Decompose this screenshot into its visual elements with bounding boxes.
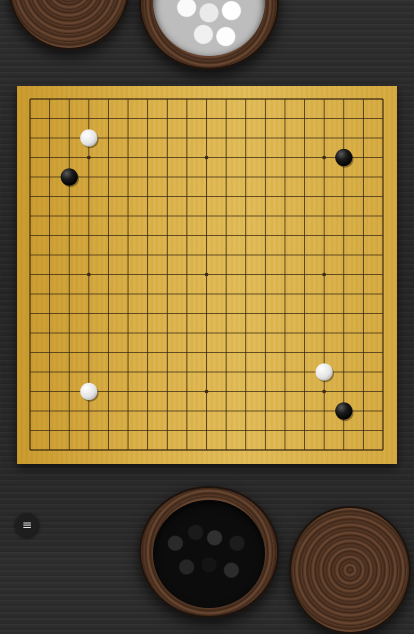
go-board[interactable]: [17, 86, 397, 464]
white-stone-bowl[interactable]: [139, 0, 279, 70]
menu-button[interactable]: ≡: [15, 513, 39, 537]
white-stone[interactable]: [315, 363, 333, 381]
black-stone[interactable]: [335, 148, 353, 167]
star-point: [204, 272, 209, 277]
black-stone[interactable]: [60, 168, 78, 186]
star-point: [322, 155, 326, 160]
star-point: [87, 272, 91, 277]
white-stone[interactable]: [80, 129, 98, 147]
black-stone[interactable]: [335, 402, 353, 420]
star-point: [87, 155, 91, 160]
black-bowl-lid[interactable]: [289, 506, 411, 634]
star-point: [204, 389, 209, 394]
board-grid[interactable]: [17, 86, 397, 464]
white-bowl-lid[interactable]: [8, 0, 130, 50]
white-stones-pile: [153, 0, 265, 56]
star-point: [322, 272, 326, 277]
black-stone-bowl[interactable]: [139, 486, 279, 618]
star-point: [322, 389, 326, 394]
white-stone[interactable]: [80, 382, 98, 401]
hamburger-menu-icon: ≡: [21, 518, 33, 532]
black-stones-pile: [153, 500, 265, 608]
star-point: [204, 155, 209, 160]
